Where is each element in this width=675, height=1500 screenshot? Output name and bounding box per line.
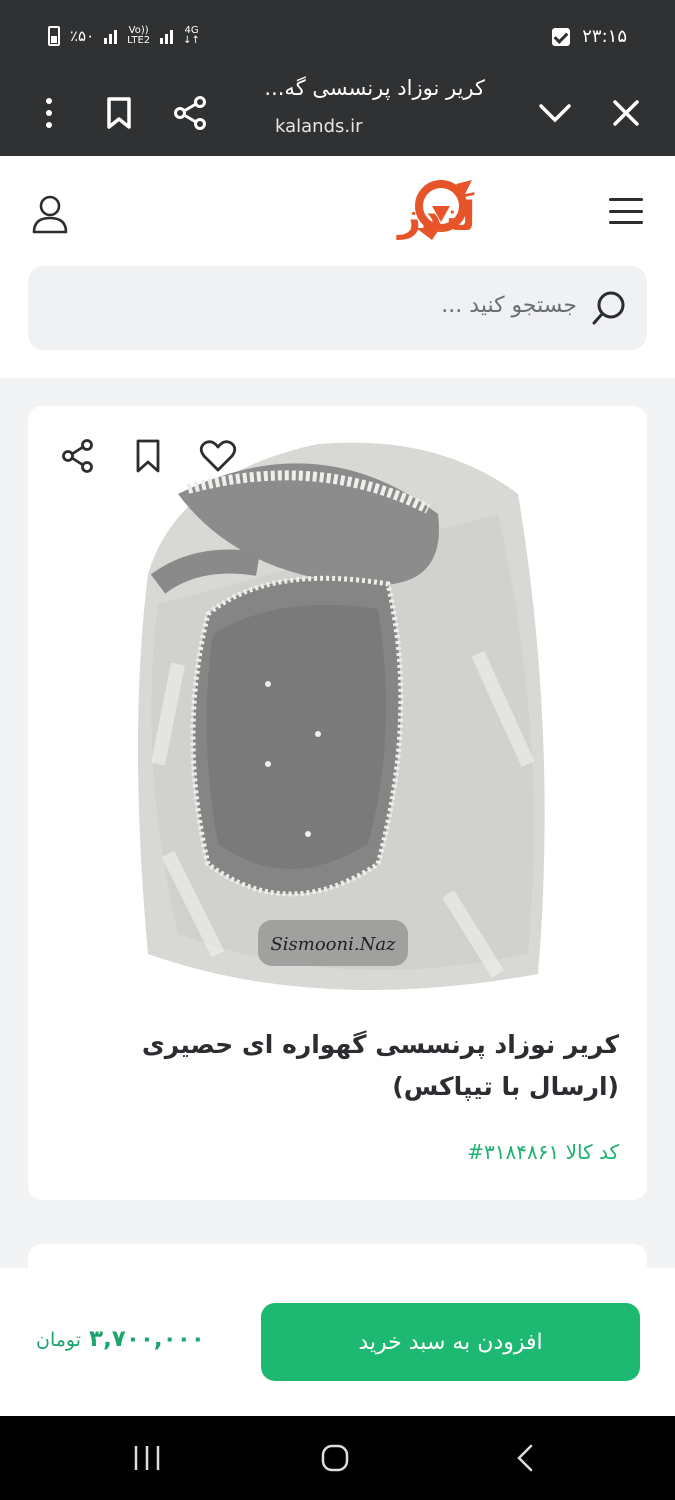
volte-indicator: Vo)) LTE2: [127, 25, 151, 46]
notification-check-icon: [552, 27, 571, 46]
user-icon[interactable]: [28, 192, 72, 236]
browser-toolbar: کریر نوزاد پرنسسی گه... kalands.ir: [0, 72, 675, 156]
status-left: ٪۵۰ Vo)) LTE2 4G ↓↑: [48, 26, 200, 46]
signal-icon: [104, 28, 118, 44]
browser-url[interactable]: kalands.ir: [275, 116, 363, 137]
back-icon[interactable]: [500, 1436, 550, 1480]
status-right: ۲۳:۱۵: [552, 26, 627, 47]
system-nav-bar: [0, 1416, 675, 1500]
search-icon[interactable]: [591, 288, 631, 332]
battery-level: ٪۵۰: [70, 27, 95, 45]
network-indicator: 4G ↓↑: [183, 25, 200, 46]
home-icon[interactable]: [310, 1436, 360, 1480]
battery-icon: [48, 26, 60, 46]
signal-icon-2: [160, 28, 174, 44]
share-icon[interactable]: [165, 88, 215, 138]
heart-icon[interactable]: [196, 434, 240, 478]
add-to-cart-button[interactable]: افزودن به سبد خرید: [261, 1303, 640, 1381]
product-card: Sismooni.Naz کریر نوزاد پرنسسی گهواره ای…: [28, 406, 647, 1200]
product-code: کد کالا ۳۱۸۴۸۶۱#: [467, 1140, 619, 1164]
buy-bar: ۳,۷۰۰,۰۰۰ تومان افزودن به سبد خرید: [0, 1268, 675, 1416]
more-vert-icon[interactable]: [24, 88, 74, 138]
browser-page-title[interactable]: کریر نوزاد پرنسسی گه...: [264, 76, 485, 100]
status-bar: ٪۵۰ Vo)) LTE2 4G ↓↑ ۲۳:۱۵: [0, 0, 675, 72]
bookmark-icon[interactable]: [126, 434, 170, 478]
bookmark-icon[interactable]: [94, 88, 144, 138]
chevron-down-icon[interactable]: [530, 88, 580, 138]
search-placeholder: جستجو کنید ...: [441, 293, 577, 318]
product-title: کریر نوزاد پرنسسی گهواره ای حصیری (ارسال…: [141, 1030, 619, 1101]
menu-icon[interactable]: [609, 198, 643, 224]
product-watermark: Sismooni.Naz: [270, 934, 396, 955]
recents-icon[interactable]: [122, 1436, 172, 1480]
product-price: ۳,۷۰۰,۰۰۰ تومان: [36, 1326, 205, 1352]
product-image[interactable]: Sismooni.Naz: [118, 434, 558, 1000]
price-currency: تومان: [36, 1329, 82, 1351]
site-logo[interactable]: کالَندز: [236, 178, 515, 244]
search-input[interactable]: جستجو کنید ...: [28, 266, 647, 350]
share-icon[interactable]: [56, 434, 100, 478]
price-value: ۳,۷۰۰,۰۰۰: [89, 1326, 205, 1352]
clock: ۲۳:۱۵: [582, 26, 627, 47]
close-icon[interactable]: [601, 88, 651, 138]
site-header: کالَندز جستجو کنید ...: [0, 156, 675, 378]
